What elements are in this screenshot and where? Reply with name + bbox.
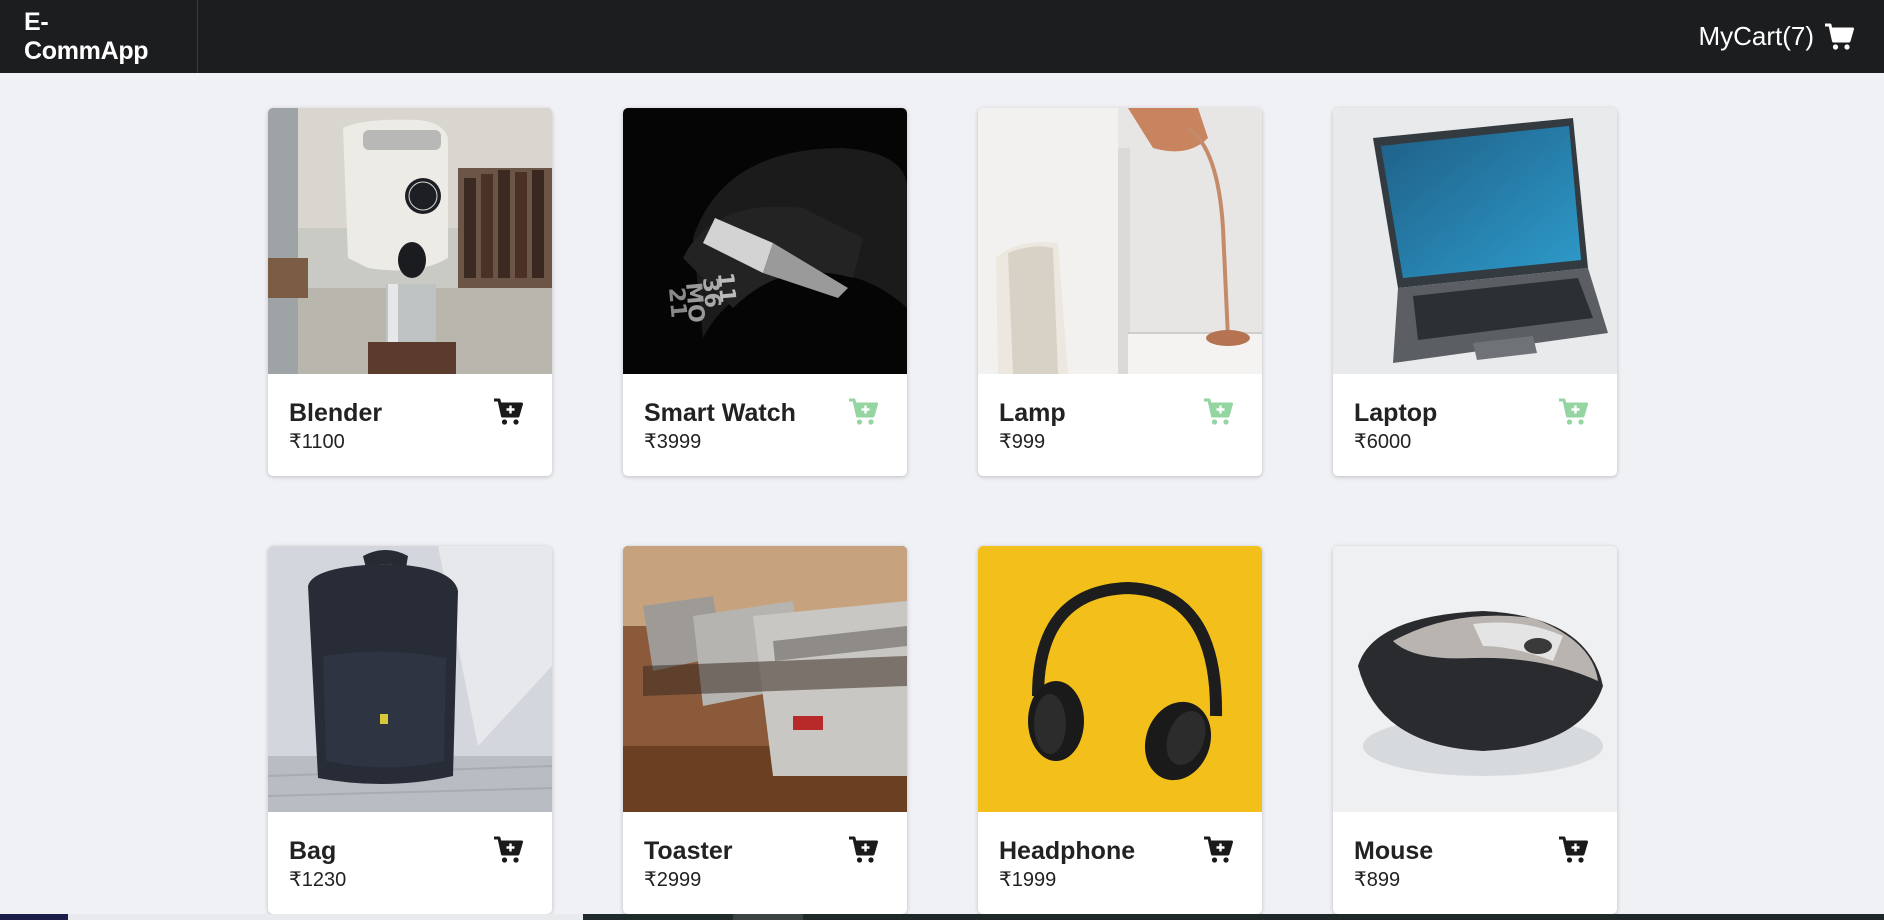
add-to-cart-button[interactable] bbox=[1557, 398, 1589, 430]
product-price: ₹2999 bbox=[644, 869, 702, 891]
product-image-headphone bbox=[978, 546, 1262, 812]
product-image-lamp bbox=[978, 108, 1262, 374]
add-to-cart-button[interactable] bbox=[492, 836, 524, 868]
cart-plus-icon bbox=[1558, 836, 1588, 869]
bottom-strip bbox=[0, 914, 1884, 920]
product-card: Toaster ₹2999 bbox=[623, 546, 907, 914]
product-card: Laptop ₹6000 bbox=[1333, 108, 1617, 476]
product-price: ₹3999 bbox=[644, 431, 702, 453]
product-image-mouse bbox=[1333, 546, 1617, 812]
add-to-cart-button[interactable] bbox=[1202, 836, 1234, 868]
product-info: Headphone ₹1999 bbox=[978, 812, 1262, 914]
product-price: ₹899 bbox=[1354, 869, 1401, 891]
product-info: Lamp ₹999 bbox=[978, 374, 1262, 476]
add-to-cart-button[interactable] bbox=[492, 398, 524, 430]
product-image-blender bbox=[268, 108, 552, 374]
product-card: Headphone ₹1999 bbox=[978, 546, 1262, 914]
my-cart-label: MyCart(7) bbox=[1698, 21, 1814, 51]
product-info: Smart Watch ₹3999 bbox=[623, 374, 907, 476]
add-to-cart-button[interactable] bbox=[847, 836, 879, 868]
strip-segment bbox=[733, 914, 803, 920]
product-price: ₹1100 bbox=[289, 431, 345, 453]
product-price: ₹999 bbox=[999, 431, 1046, 453]
product-info: Bag ₹1230 bbox=[268, 812, 552, 914]
cart-plus-icon bbox=[1203, 836, 1233, 869]
product-card: Mouse ₹899 bbox=[1333, 546, 1617, 914]
shopping-cart-icon bbox=[1824, 23, 1854, 51]
product-price: ₹6000 bbox=[1354, 431, 1412, 453]
product-card: Blender ₹1100 bbox=[268, 108, 552, 476]
cart-plus-icon bbox=[1558, 398, 1588, 431]
product-price: ₹1999 bbox=[999, 869, 1057, 891]
cart-plus-icon bbox=[493, 836, 523, 869]
product-image-toaster bbox=[623, 546, 907, 812]
strip-segment bbox=[583, 914, 733, 920]
product-image-bag bbox=[268, 546, 552, 812]
product-info: Toaster ₹2999 bbox=[623, 812, 907, 914]
navbar: E-CommApp MyCart(7) bbox=[0, 0, 1884, 73]
product-card: 11 36 MO 21 Smart Watch ₹3999 bbox=[623, 108, 907, 476]
cart-plus-icon bbox=[848, 836, 878, 869]
product-image-smart-watch: 11 36 MO 21 bbox=[623, 108, 907, 374]
cart-plus-icon bbox=[493, 398, 523, 431]
my-cart-link[interactable]: MyCart(7) bbox=[1698, 0, 1854, 73]
product-card: Lamp ₹999 bbox=[978, 108, 1262, 476]
add-to-cart-button[interactable] bbox=[1202, 398, 1234, 430]
brand-logo[interactable]: E-CommApp bbox=[0, 0, 198, 73]
add-to-cart-button[interactable] bbox=[847, 398, 879, 430]
product-price: ₹1230 bbox=[289, 869, 347, 891]
strip-segment bbox=[803, 914, 1884, 920]
product-grid: Blender ₹1100 11 36 MO 21 Smart Watch ₹3… bbox=[268, 108, 1617, 914]
product-card: Bag ₹1230 bbox=[268, 546, 552, 914]
product-info: Laptop ₹6000 bbox=[1333, 374, 1617, 476]
product-image-laptop bbox=[1333, 108, 1617, 374]
svg-text:21: 21 bbox=[663, 286, 691, 319]
strip-segment bbox=[0, 914, 68, 920]
cart-plus-icon bbox=[1203, 398, 1233, 431]
add-to-cart-button[interactable] bbox=[1557, 836, 1589, 868]
product-info: Mouse ₹899 bbox=[1333, 812, 1617, 914]
product-info: Blender ₹1100 bbox=[268, 374, 552, 476]
strip-segment bbox=[68, 914, 583, 920]
cart-plus-icon bbox=[848, 398, 878, 431]
